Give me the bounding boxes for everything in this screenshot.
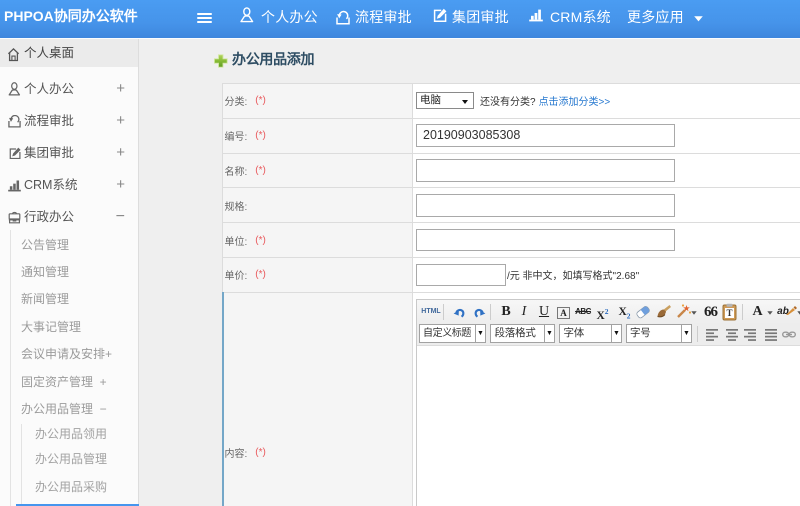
svg-text:T: T <box>726 308 732 318</box>
